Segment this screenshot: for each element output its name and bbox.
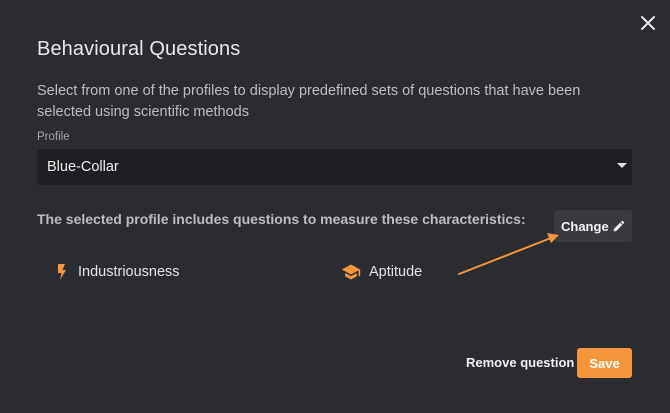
save-button-label: Save [589,356,620,371]
dialog-title: Behavioural Questions [37,38,241,60]
remove-question-button[interactable]: Remove question [466,355,574,370]
save-button[interactable]: Save [577,348,632,378]
graduation-cap-icon [341,264,361,280]
characteristic-label: Industriousness [78,264,180,280]
pencil-icon [613,220,625,232]
dialog-description: Select from one of the profiles to displ… [37,83,581,120]
profile-select[interactable]: Blue-Collar [37,149,632,185]
change-button[interactable]: Change [554,210,632,242]
behavioural-questions-dialog: Behavioural Questions Select from one of… [0,0,670,413]
characteristic-label: Aptitude [369,264,423,280]
lightning-bolt-icon [58,264,66,280]
profile-label: Profile [37,131,70,143]
change-button-label: Change [561,219,609,234]
caret-down-icon [617,163,627,168]
annotation-arrow [458,233,559,275]
profile-select-value: Blue-Collar [47,159,119,175]
close-icon[interactable] [637,12,659,34]
characteristics-heading: The selected profile includes questions … [37,211,526,227]
